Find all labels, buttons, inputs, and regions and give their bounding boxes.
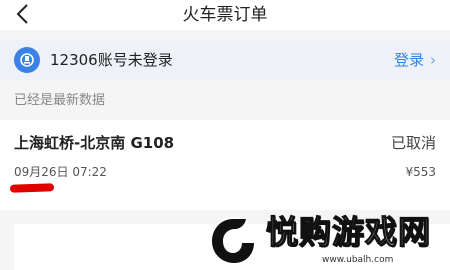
departure-time: 09月26日 07:22 xyxy=(14,165,107,179)
railway-logo-icon xyxy=(14,47,40,73)
account-status-text: 12306账号未登录 xyxy=(50,51,173,69)
chevron-right-icon: › xyxy=(430,51,436,69)
refresh-status: 已经是最新数据 xyxy=(14,93,106,108)
watermark-logo-icon xyxy=(209,217,257,265)
watermark-url: www.ubalh.com xyxy=(322,255,394,265)
watermark-brand: 悦购游戏网 xyxy=(265,212,432,251)
login-label: 登录 xyxy=(393,51,424,69)
order-status: 已取消 xyxy=(390,134,436,152)
page-title: 火车票订单 xyxy=(182,5,268,25)
train-route: 上海虹桥-北京南 G108 xyxy=(14,134,175,152)
ticket-price: ¥553 xyxy=(405,165,436,179)
redaction-mark xyxy=(9,183,55,193)
top-bar: 火车票订单 xyxy=(0,0,450,30)
login-link[interactable]: 登录 › xyxy=(394,50,436,70)
